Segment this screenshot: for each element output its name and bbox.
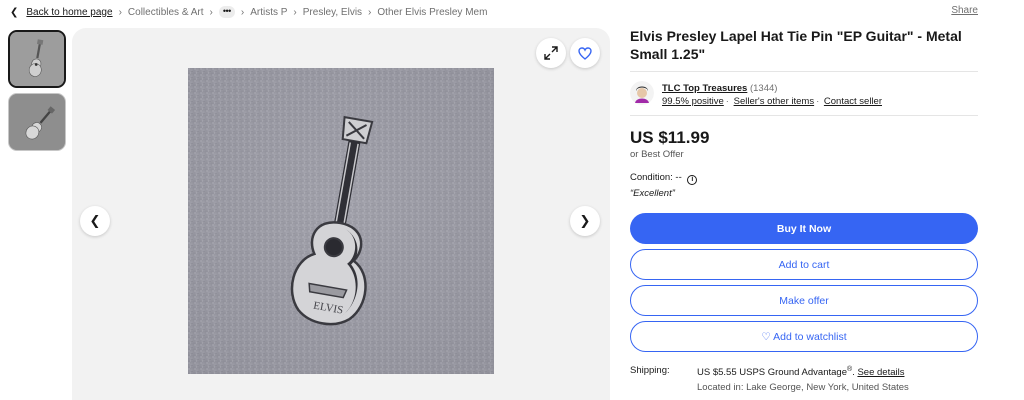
condition-quote: “Excellent” [630,188,675,199]
chevron-right-icon: › [240,6,245,18]
registered-mark: ® [847,366,853,373]
seller-positive-link[interactable]: 99.5% positive [662,96,724,107]
divider [630,71,978,72]
seller-info: TLC Top Treasures (1344) 99.5% positive ·… [662,83,882,107]
seller-feedback-count: (1344) [749,83,778,94]
add-to-cart-button[interactable]: Add to cart [630,249,978,280]
breadcrumb-item-artists[interactable]: Artists P [250,7,287,18]
image-gallery: ELVIS ❮ ❯ [72,28,610,400]
chevron-right-icon: ❯ [579,213,591,228]
back-to-home-link[interactable]: Back to home page [26,7,112,18]
product-photo: ELVIS [188,68,494,374]
breadcrumb-item-other-mem[interactable]: Other Elvis Presley Mem [377,7,487,18]
seller-other-items-link[interactable]: Seller's other items [734,96,814,107]
contact-seller-link[interactable]: Contact seller [824,96,882,107]
info-icon[interactable]: i [687,175,698,185]
seller-name-link[interactable]: TLC Top Treasures [662,83,747,94]
breadcrumb-item-presley[interactable]: Presley, Elvis [303,7,362,18]
add-to-watchlist-button[interactable]: ♡ Add to watchlist [630,321,978,352]
divider [630,115,978,116]
see-details-link[interactable]: See details [857,367,904,378]
shipping-location: Located in: Lake George, New York, Unite… [697,382,909,393]
condition-label: Condition: -- i [630,172,698,185]
thumbnail-2[interactable] [8,93,66,151]
chevron-right-icon: › [209,6,213,18]
breadcrumb-item-collectibles[interactable]: Collectibles & Art [128,7,204,18]
chevron-right-icon: › [368,6,372,18]
chevron-left-icon[interactable]: ❮ [10,7,18,18]
listing-title: Elvis Presley Lapel Hat Tie Pin "EP Guit… [630,28,962,62]
chevron-right-icon: › [118,6,122,18]
price: US $11.99 [630,128,710,147]
make-offer-button[interactable]: Make offer [630,285,978,316]
chevron-right-icon: › [293,6,297,18]
breadcrumb-more-button[interactable]: ••• [218,6,235,18]
thumbnail-1[interactable] [8,30,66,88]
breadcrumb: ❮ Back to home page › Collectibles & Art… [10,4,487,20]
seller-avatar[interactable] [630,81,654,105]
previous-image-button[interactable]: ❮ [80,206,110,236]
expand-icon[interactable] [536,38,566,68]
buy-it-now-button[interactable]: Buy It Now [630,213,978,244]
best-offer-label: or Best Offer [630,149,684,160]
guitar-pin-thumbnail-image [9,94,65,150]
guitar-pin-image: ELVIS [188,68,494,374]
shipping-value: US $5.55 USPS Ground Advantage®. See det… [697,366,905,379]
condition-text: Condition: -- [630,172,682,183]
chevron-left-icon: ❮ [89,213,101,228]
share-link[interactable]: Share [951,5,978,16]
heart-icon[interactable] [570,38,600,68]
shipping-cost: US $5.55 USPS Ground Advantage [697,367,847,379]
guitar-pin-thumbnail-image [10,32,64,86]
shipping-label: Shipping: [630,365,670,376]
next-image-button[interactable]: ❯ [570,206,600,236]
